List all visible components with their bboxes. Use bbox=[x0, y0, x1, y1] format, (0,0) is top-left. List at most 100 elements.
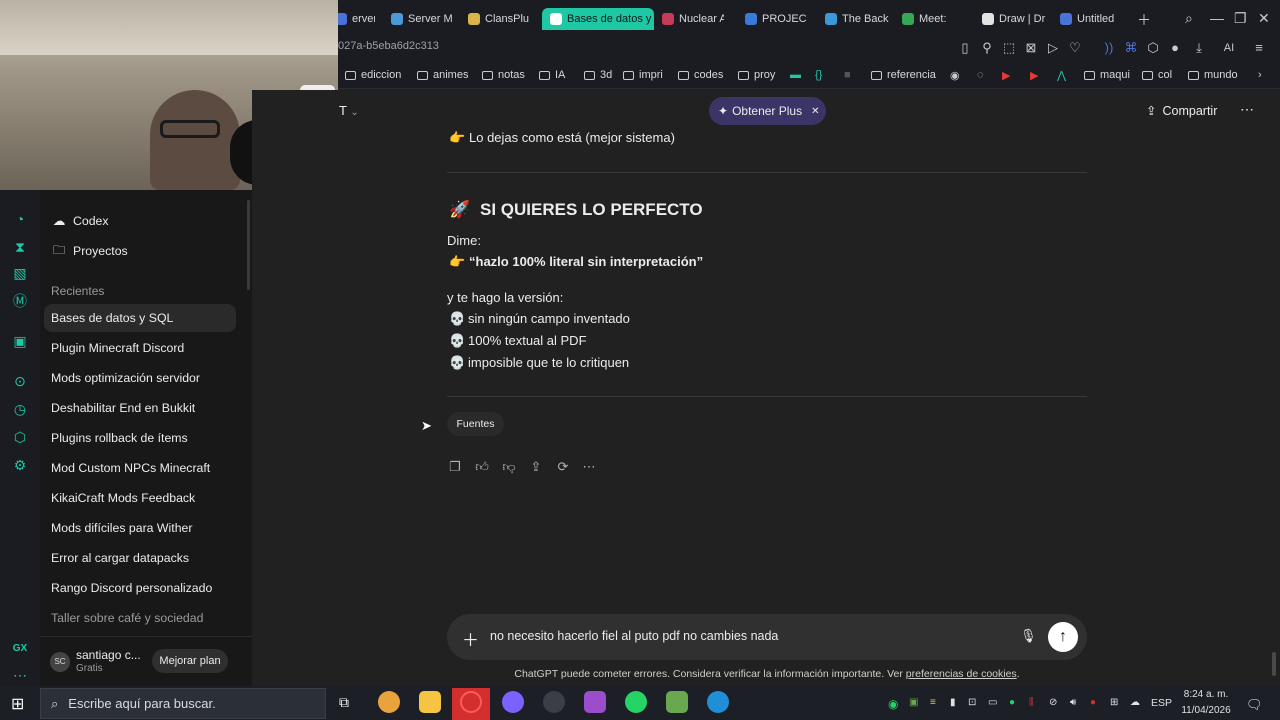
sidebar-recent-chat[interactable]: Taller sobre café y sociedad bbox=[50, 604, 237, 632]
sidebar-recent-chat[interactable]: Error al cargar datapacks bbox=[50, 544, 237, 572]
rail-more-icon[interactable]: ⋯ bbox=[11, 666, 29, 684]
bookmark-icon-4[interactable]: ◌ bbox=[977, 67, 984, 83]
minecraft-app-icon[interactable] bbox=[666, 691, 688, 713]
sources-button[interactable]: Fuentes bbox=[447, 412, 504, 436]
language-indicator[interactable]: ESP bbox=[1151, 697, 1172, 709]
tray-icon-2[interactable]: ≡ bbox=[930, 697, 936, 708]
tray-icon-3[interactable]: ▮ bbox=[950, 697, 956, 708]
history-icon[interactable]: ◷ bbox=[11, 400, 29, 418]
cloud-icon[interactable]: ☁ bbox=[1130, 697, 1140, 708]
avatar[interactable]: SC bbox=[50, 652, 70, 672]
clock-date[interactable]: 11/04/2026 bbox=[1176, 705, 1236, 716]
voice-icon[interactable]: )) bbox=[1100, 40, 1118, 56]
ai-button[interactable]: AI bbox=[1214, 40, 1244, 56]
app-icon-purple[interactable] bbox=[584, 691, 606, 713]
twitch-icon[interactable]: ▣ bbox=[11, 332, 29, 350]
gx-control-icon[interactable]: ⧗ bbox=[11, 238, 29, 256]
whatsapp-tray-icon[interactable]: ◉ bbox=[888, 697, 898, 711]
sidebar-item-projects[interactable]: 🗀 Proyectos bbox=[50, 237, 237, 265]
browser-tab[interactable]: Draw | Dr bbox=[982, 8, 1048, 30]
steam-bookmark-icon[interactable]: ◉ bbox=[950, 67, 960, 83]
translate-icon[interactable]: ⌘ bbox=[1122, 40, 1140, 56]
pin-icon[interactable]: ⚲ bbox=[978, 40, 996, 56]
sidebar-recent-chat[interactable]: Plugins rollback de ítems bbox=[50, 424, 237, 452]
bookmark-folder[interactable]: notas bbox=[482, 67, 525, 83]
bookmark-folder[interactable]: 3d bbox=[584, 67, 612, 83]
close-window-icon[interactable]: ✕ bbox=[1258, 10, 1270, 27]
add-attachment-icon[interactable]: ＋ bbox=[462, 626, 479, 651]
maximize-icon[interactable]: ❐ bbox=[1234, 10, 1247, 27]
task-view-icon[interactable]: ⧉ bbox=[339, 694, 349, 711]
browser-tab[interactable]: ClansPlu bbox=[468, 8, 534, 30]
player-icon[interactable]: ⊙ bbox=[11, 372, 29, 390]
sidebar-recent-chat[interactable]: Mods optimización servidor bbox=[50, 364, 237, 392]
sidebar-item-codex[interactable]: ☁ Codex bbox=[50, 207, 237, 235]
youtube-bookmark-icon[interactable]: ▶ bbox=[1002, 67, 1010, 83]
regenerate-icon[interactable]: ⟳ bbox=[555, 459, 571, 475]
browser-tab[interactable]: Untitled bbox=[1060, 8, 1122, 30]
more-options-icon[interactable]: ⋯ bbox=[1240, 101, 1254, 118]
search-tabs-icon[interactable]: ⌕ bbox=[1185, 10, 1193, 27]
taskbar-search[interactable]: ⌕ Escribe aquí para buscar. bbox=[40, 688, 326, 719]
bookmark-folder[interactable]: codes bbox=[678, 67, 723, 83]
sidebar-scrollbar[interactable] bbox=[247, 200, 250, 290]
tray-icon-7[interactable]: ⊘ bbox=[1049, 697, 1057, 708]
browser-tab[interactable]: Meet: bbox=[902, 8, 966, 30]
browser-tab[interactable]: erver M bbox=[335, 8, 375, 30]
sidebar-recent-chat[interactable]: Plugin Minecraft Discord bbox=[50, 334, 237, 362]
cleaner-icon[interactable]: ▧ bbox=[11, 264, 29, 282]
browser-tab[interactable]: PROJECT bbox=[745, 8, 807, 30]
tray-icon-6[interactable]: ⫼ bbox=[1029, 697, 1034, 708]
main-scrollbar[interactable] bbox=[1272, 652, 1276, 676]
edge-app-icon[interactable] bbox=[707, 691, 729, 713]
sidebar-toggle-icon[interactable]: ▯ bbox=[956, 40, 974, 56]
url-text[interactable]: 027a-b5eba6d2c313 bbox=[338, 40, 439, 52]
get-plus-button[interactable]: ✦ Obtener Plus ✕ bbox=[709, 97, 826, 125]
sidebar-recent-chat[interactable]: Deshabilitar End en Bukkit bbox=[50, 394, 237, 422]
profile-icon[interactable]: ● bbox=[1166, 40, 1184, 56]
user-panel[interactable]: SC santiago c... Gratis Mejorar plan bbox=[40, 636, 252, 686]
upgrade-plan-button[interactable]: Mejorar plan bbox=[152, 649, 228, 673]
tray-icon-5[interactable]: ● bbox=[1009, 697, 1015, 708]
microphone-icon[interactable]: 🎙︎ bbox=[1020, 628, 1037, 644]
share-button[interactable]: ⇪ Compartir bbox=[1146, 103, 1217, 119]
browser-tab[interactable]: Server M bbox=[391, 8, 453, 30]
network-icon[interactable]: ⊞ bbox=[1110, 697, 1118, 708]
thumbs-up-icon[interactable]: 👍︎ bbox=[474, 459, 490, 475]
bookmark-folder[interactable]: ediccion bbox=[345, 67, 401, 83]
sidebar-recent-chat[interactable]: Mods difíciles para Wither bbox=[50, 514, 237, 542]
bookmark-icon-5[interactable]: ⋀ bbox=[1057, 67, 1066, 83]
file-explorer-icon[interactable] bbox=[419, 691, 441, 713]
close-icon[interactable]: ✕ bbox=[811, 106, 819, 117]
play-icon[interactable]: ▷ bbox=[1044, 40, 1062, 56]
steam-app-icon[interactable] bbox=[543, 691, 565, 713]
youtube-bookmark-icon-2[interactable]: ▶ bbox=[1030, 67, 1038, 83]
thumbs-down-icon[interactable]: 👎︎ bbox=[501, 459, 517, 475]
speed-dial-icon[interactable]: ◔ bbox=[11, 210, 29, 228]
settings-icon[interactable]: ⚙ bbox=[11, 456, 29, 474]
bookmark-folder[interactable]: IA bbox=[539, 67, 565, 83]
menu-icon[interactable]: ≡ bbox=[1250, 40, 1268, 56]
bookmark-icon-3[interactable]: ■ bbox=[844, 67, 851, 83]
tray-icon-4[interactable]: ⊡ bbox=[968, 697, 976, 708]
bookmark-folder[interactable]: proy bbox=[738, 67, 775, 83]
bookmark-icon-1[interactable]: ▬ bbox=[790, 67, 801, 83]
new-tab-icon[interactable]: ＋ bbox=[1137, 10, 1151, 30]
cookie-preferences-link[interactable]: preferencias de cookies bbox=[906, 668, 1017, 680]
screenshot-icon[interactable]: ⬚ bbox=[1000, 40, 1018, 56]
bookmark-folder[interactable]: animes bbox=[417, 67, 468, 83]
more-bookmarks-icon[interactable]: › bbox=[1258, 67, 1262, 83]
heart-icon[interactable]: ♡ bbox=[1066, 40, 1084, 56]
notifications-icon[interactable]: 🗨 bbox=[1246, 697, 1263, 713]
chrome-app-icon[interactable] bbox=[378, 691, 400, 713]
bookmark-icon-2[interactable]: {} bbox=[815, 67, 822, 83]
bookmark-folder[interactable]: maqui bbox=[1084, 67, 1130, 83]
browser-tab[interactable]: The Back bbox=[825, 8, 889, 30]
windows-start-icon[interactable]: ⊞ bbox=[11, 694, 24, 714]
browser-tab[interactable]: Bases de datos y bbox=[542, 8, 654, 30]
opera-gx-icon[interactable] bbox=[460, 691, 482, 713]
bookmark-folder[interactable]: referencia bbox=[871, 67, 936, 83]
extensions-icon[interactable]: ⬡ bbox=[1144, 40, 1162, 56]
sidebar-recent-chat[interactable]: Mod Custom NPCs Minecraft bbox=[50, 454, 237, 482]
sidebar-recent-chat[interactable]: Bases de datos y SQL bbox=[44, 304, 236, 332]
